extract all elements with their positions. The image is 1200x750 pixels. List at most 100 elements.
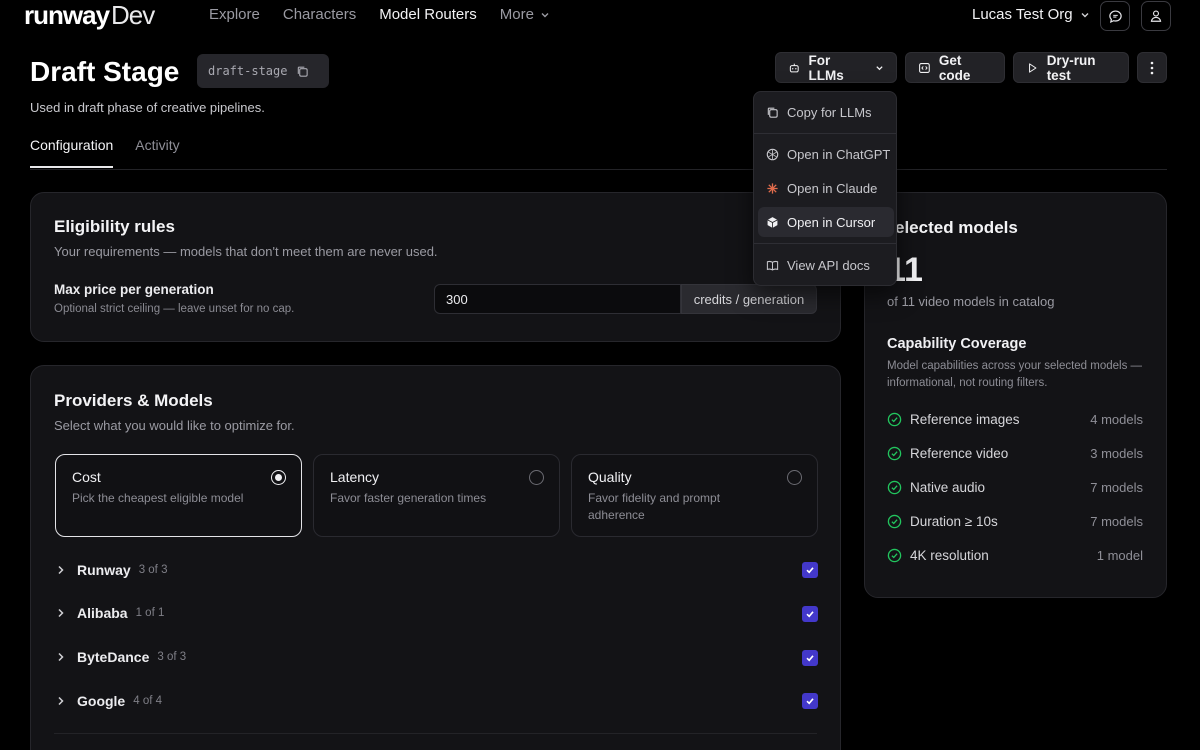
capability-name: Native audio — [910, 480, 986, 495]
provider-name: Alibaba — [77, 605, 128, 621]
selected-models-card: elected models 11 of 11 video models in … — [864, 192, 1167, 598]
nav-explore[interactable]: Explore — [209, 6, 260, 23]
menu-open-chatgpt[interactable]: Open in ChatGPT — [758, 139, 894, 169]
kebab-menu-icon — [1150, 61, 1154, 74]
menu-open-cursor[interactable]: Open in Cursor — [758, 207, 894, 237]
menu-view-api-docs[interactable]: View API docs — [758, 250, 894, 280]
menu-open-claude[interactable]: Open in Claude — [758, 173, 894, 203]
nav-characters[interactable]: Characters — [283, 6, 356, 23]
menu-item-label: Open in Cursor — [787, 214, 876, 230]
radio-unselected[interactable] — [529, 470, 544, 485]
tab-configuration[interactable]: Configuration — [30, 137, 114, 168]
book-icon — [766, 260, 779, 271]
max-price-label: Max price per generation — [54, 282, 214, 297]
user-icon — [1150, 10, 1162, 22]
copy-icon[interactable] — [296, 65, 309, 78]
tabs-divider — [30, 169, 1167, 170]
coverage-title: Capability Coverage — [887, 336, 1027, 352]
providers-subtitle: Select what you would like to optimize f… — [54, 418, 295, 433]
catalog-count: of 11 video models in catalog — [887, 294, 1055, 309]
menu-item-label: Copy for LLMs — [787, 104, 872, 120]
chevron-down-icon — [876, 65, 883, 70]
eligibility-title: Eligibility rules — [54, 217, 175, 236]
org-switcher[interactable]: Lucas Test Org — [972, 6, 1090, 23]
dry-run-button[interactable]: Dry-run test — [1013, 52, 1129, 83]
providers-divider — [54, 733, 817, 734]
feedback-button[interactable] — [1100, 1, 1130, 31]
check-circle-icon — [887, 480, 902, 495]
slug-badge[interactable]: draft-stage — [197, 54, 329, 88]
price-unit-suffix: credits / generation — [681, 284, 817, 314]
dry-run-label: Dry-run test — [1046, 52, 1096, 83]
provider-checkbox-runway[interactable] — [802, 562, 818, 578]
chevron-right-icon[interactable] — [55, 695, 67, 707]
provider-count: 3 of 3 — [138, 564, 168, 576]
providers-card: Providers & Models Select what you would… — [30, 365, 841, 750]
max-price-input[interactable] — [434, 284, 681, 314]
chevron-down-icon — [541, 12, 549, 17]
capability-count: 7 models — [1090, 480, 1143, 495]
radio-unselected[interactable] — [787, 470, 802, 485]
capability-count: 1 model — [1096, 548, 1143, 563]
optimize-cost-option[interactable]: Cost Pick the cheapest eligible model — [55, 454, 302, 537]
providers-title: Providers & Models — [54, 391, 213, 410]
checkmark-icon — [806, 611, 814, 618]
capability-row: Reference video 3 models — [887, 446, 1143, 461]
capability-row: Duration ≥ 10s 7 models — [887, 514, 1143, 529]
provider-checkbox-google[interactable] — [802, 693, 818, 709]
chevron-right-icon[interactable] — [55, 607, 67, 619]
logo[interactable]: runwayDev — [24, 0, 155, 30]
provider-row-google[interactable]: Google 4 of 4 — [55, 689, 162, 713]
tab-bar: Configuration Activity — [30, 137, 180, 168]
page-title: Draft Stage — [30, 56, 180, 87]
nav-model-routers[interactable]: Model Routers — [379, 6, 477, 23]
provider-name: Google — [77, 693, 126, 709]
slug-text: draft-stage — [208, 64, 288, 78]
tab-activity[interactable]: Activity — [135, 137, 179, 168]
provider-checkbox-bytedance[interactable] — [802, 650, 818, 666]
for-llms-button[interactable]: For LLMs — [775, 52, 897, 83]
check-circle-icon — [887, 412, 902, 427]
provider-checkbox-alibaba[interactable] — [802, 606, 818, 622]
capability-count: 7 models — [1090, 514, 1143, 529]
checkmark-icon — [806, 655, 814, 662]
copy-icon — [767, 107, 778, 118]
eligibility-card: Eligibility rules Your requirements — mo… — [30, 192, 841, 342]
nav-more-label: More — [499, 6, 534, 23]
more-options-button[interactable] — [1137, 52, 1167, 83]
menu-copy-for-llms[interactable]: Copy for LLMs — [758, 97, 894, 127]
chevron-right-icon[interactable] — [55, 651, 67, 663]
page-subtitle: Used in draft phase of creative pipeline… — [30, 100, 265, 115]
provider-name: Runway — [77, 562, 131, 578]
nav-more[interactable]: More — [500, 6, 550, 23]
optimize-quality-option[interactable]: Quality Favor fidelity and prompt adhere… — [571, 454, 818, 537]
chevron-down-icon — [1081, 12, 1089, 17]
play-icon — [1029, 62, 1037, 73]
code-icon — [919, 62, 930, 73]
provider-count: 1 of 1 — [135, 607, 165, 619]
option-description: Favor faster generation times — [330, 491, 487, 505]
profile-button[interactable] — [1141, 1, 1171, 31]
provider-row-bytedance[interactable]: ByteDance 3 of 3 — [55, 645, 186, 669]
menu-separator — [754, 243, 896, 244]
chevron-right-icon[interactable] — [55, 564, 67, 576]
provider-row-runway[interactable]: Runway 3 of 3 — [55, 558, 167, 582]
provider-row-alibaba[interactable]: Alibaba 1 of 1 — [55, 601, 164, 625]
logo-text: runway — [24, 0, 110, 30]
capability-row: Reference images 4 models — [887, 412, 1143, 427]
coverage-description: Model capabilities across your selected … — [887, 360, 1143, 389]
eligibility-subtitle: Your requirements — models that don't me… — [54, 244, 438, 259]
menu-separator — [754, 133, 896, 134]
option-description: Favor fidelity and prompt adherence — [588, 491, 721, 522]
checkmark-icon — [806, 698, 814, 705]
capability-name: 4K resolution — [910, 548, 989, 563]
optimize-latency-option[interactable]: Latency Favor faster generation times — [313, 454, 560, 537]
get-code-button[interactable]: Get code — [905, 52, 1005, 83]
capability-count: 4 models — [1090, 412, 1143, 427]
for-llms-label: For LLMs — [808, 52, 844, 83]
robot-icon — [789, 63, 799, 72]
radio-selected[interactable] — [271, 470, 286, 485]
capability-count: 3 models — [1090, 446, 1143, 461]
chatgpt-icon — [766, 148, 779, 160]
get-code-label: Get code — [938, 52, 971, 83]
